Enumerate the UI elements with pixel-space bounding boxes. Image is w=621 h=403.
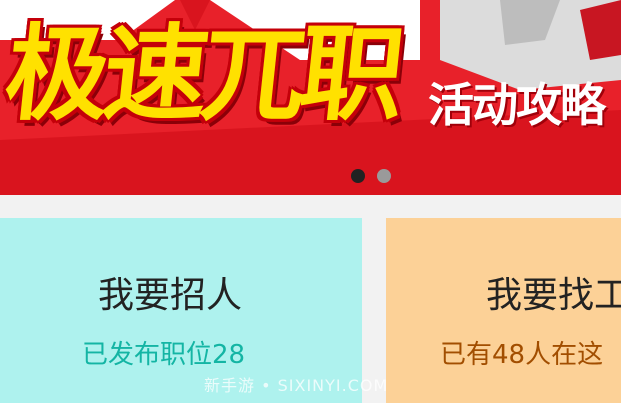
banner-title: 极速兀职	[0, 13, 405, 135]
watermark: 新手游 • SIXINYI.COM	[204, 376, 389, 395]
promo-banner[interactable]: 极速兀职 活动攻略	[0, 0, 621, 195]
banner-subtitle: 活动攻略	[428, 78, 606, 132]
carousel-indicator	[351, 169, 391, 183]
recruit-card-subtitle: 已发布职位28	[82, 340, 246, 370]
carousel-dot-1[interactable]	[351, 169, 365, 183]
recruit-card-title: 我要招人	[98, 275, 243, 316]
find-job-card[interactable]: 我要找工 已有48人在这	[386, 218, 621, 403]
find-job-card-title: 我要找工	[486, 275, 621, 316]
carousel-dot-2[interactable]	[377, 169, 391, 183]
find-job-card-subtitle: 已有48人在这	[440, 340, 604, 370]
